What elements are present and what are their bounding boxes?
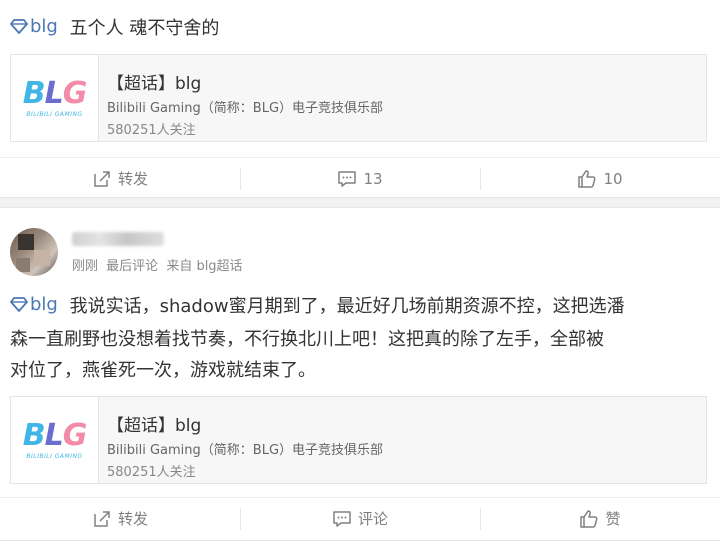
blg-logo: BLG xyxy=(22,75,88,111)
post-text-line: 对位了，燕雀死一次，游戏就结束了。 xyxy=(10,360,316,381)
comment-button[interactable]: 13 xyxy=(240,158,480,199)
topic-tag[interactable]: blg xyxy=(10,294,64,315)
post-meta: 刚刚 最后评论 来自 blg超话 xyxy=(72,255,243,274)
avatar[interactable] xyxy=(10,228,58,276)
post-time: 刚刚 xyxy=(72,259,99,274)
logo-subtitle: BILIBILI GAMING xyxy=(26,110,83,118)
share-title[interactable]: 【超话】blg xyxy=(107,69,201,94)
logo-subtitle: BILIBILI GAMING xyxy=(26,452,83,460)
username-blurred[interactable] xyxy=(72,232,164,246)
like-button[interactable]: 10 xyxy=(480,158,720,199)
repost-button[interactable]: 转发 xyxy=(0,158,240,199)
repost-button[interactable]: 转发 xyxy=(0,498,240,539)
post-text-line: 我说实话，shadow蜜月期到了，最近好几场前期资源不控，这把选潘 xyxy=(69,296,625,317)
diamond-icon xyxy=(10,19,28,34)
comment-count: 13 xyxy=(363,169,383,188)
thumbs-up-icon xyxy=(578,169,596,188)
repost-label: 转发 xyxy=(117,170,148,188)
repost-label: 转发 xyxy=(117,510,148,528)
topic-label[interactable]: blg xyxy=(30,16,58,37)
comment-icon xyxy=(338,170,357,187)
share-thumbnail: BLG BILIBILI GAMING xyxy=(11,55,99,141)
action-bar: 转发 13 10 xyxy=(0,157,720,199)
topic-label[interactable]: blg xyxy=(30,294,58,315)
post-text: blg 五个人 魂不守舍的 xyxy=(10,14,219,40)
share-title[interactable]: 【超话】blg xyxy=(107,411,201,436)
topic-tag[interactable]: blg xyxy=(10,16,64,37)
share-card[interactable]: BLG BILIBILI GAMING 【超话】blg Bilibili Gam… xyxy=(10,396,707,484)
diamond-icon xyxy=(10,297,28,312)
share-description: Bilibili Gaming（简称：BLG）电子竞技俱乐部 xyxy=(107,101,384,116)
blg-logo: BLG xyxy=(22,417,88,453)
share-card[interactable]: BLG BILIBILI GAMING 【超话】blg Bilibili Gam… xyxy=(10,54,707,142)
comment-label: 评论 xyxy=(357,510,388,528)
post-text: blg 我说实话，shadow蜜月期到了，最近好几场前期资源不控，这把选潘 xyxy=(10,292,625,318)
comment-icon xyxy=(333,510,351,527)
comment-button[interactable]: 评论 xyxy=(240,498,480,539)
last-comment-label: 最后评论 xyxy=(106,259,159,274)
like-label: 赞 xyxy=(605,510,621,528)
action-bar: 转发 评论 赞 xyxy=(0,497,720,539)
post-source[interactable]: 来自 blg超话 xyxy=(166,259,242,274)
post-card: 刚刚 最后评论 来自 blg超话 blg 我说实话，shadow蜜月期到了，最近… xyxy=(0,207,720,541)
post-text-line: 五个人 魂不守舍的 xyxy=(69,18,220,39)
repost-icon xyxy=(94,170,110,187)
like-count: 10 xyxy=(603,169,623,188)
thumbs-up-icon xyxy=(580,509,598,528)
share-followers: 580251人关注 xyxy=(107,465,196,480)
post-card: blg 五个人 魂不守舍的 BLG BILIBILI GAMING 【超话】bl… xyxy=(0,0,720,198)
share-description: Bilibili Gaming（简称：BLG）电子竞技俱乐部 xyxy=(107,443,384,458)
post-text-line: 森一直刷野也没想着找节奏，不行换北川上吧！这把真的除了左手，全部被 xyxy=(10,329,604,350)
share-thumbnail: BLG BILIBILI GAMING xyxy=(11,397,99,483)
repost-icon xyxy=(94,510,110,527)
like-button[interactable]: 赞 xyxy=(480,498,720,539)
share-followers: 580251人关注 xyxy=(107,123,196,138)
